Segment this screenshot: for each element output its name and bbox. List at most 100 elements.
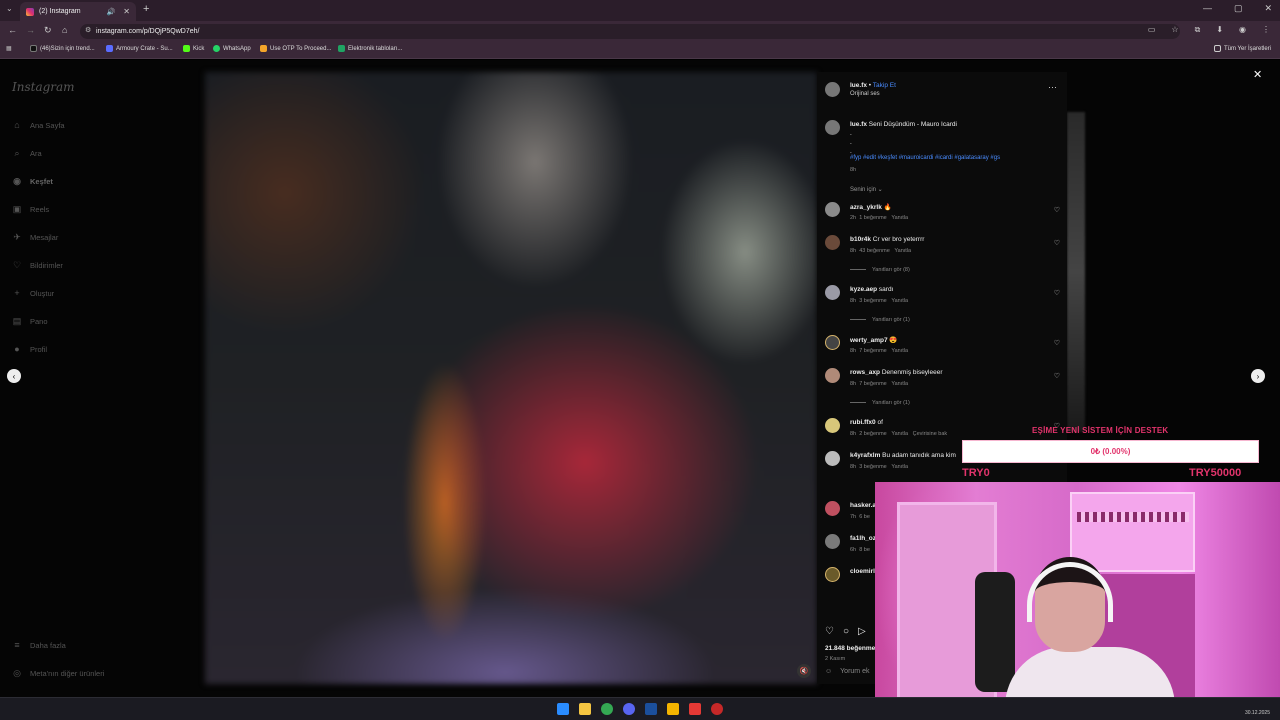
tab-search-icon[interactable]: ⌄ [6, 4, 13, 13]
obs-icon[interactable] [689, 703, 701, 715]
hashtags[interactable]: #fyp #edit #keşfet #mauroicardi #icardi … [850, 155, 1000, 161]
reply-button[interactable]: Yanıtla [891, 431, 908, 437]
comment-item: b10r4k Cr ver bro yeterrrr 8h 43 beğenme… [817, 235, 1067, 265]
forward-icon[interactable]: → [26, 25, 35, 35]
reply-button[interactable]: Yanıtla [891, 464, 908, 470]
sidebar-item-create[interactable]: + Oluştur [12, 286, 54, 300]
emoji-icon[interactable]: ☺ [825, 668, 832, 675]
comment-avatar[interactable] [825, 235, 840, 250]
reel-video[interactable] [205, 72, 817, 684]
reply-button[interactable]: Yanıtla [891, 298, 908, 304]
sidebar-item-more[interactable]: ≡ Daha fazla [12, 638, 66, 652]
speaker-icon[interactable]: 🔊 [107, 8, 116, 16]
sidebar-item-dashboard[interactable]: ▤ Pano [12, 314, 48, 328]
sidebar-item-reels[interactable]: ▣ Reels [12, 202, 49, 216]
mute-icon[interactable]: 🔇 [797, 664, 811, 678]
follow-button[interactable]: Takip Et [873, 82, 896, 89]
site-info-icon[interactable]: ⚙ [85, 26, 91, 34]
sidebar-item-home[interactable]: ⌂ Ana Sayfa [12, 118, 64, 132]
sidebar-item-messages[interactable]: ✈ Mesajlar [12, 230, 58, 244]
downloads-icon[interactable]: ⬇ [1216, 25, 1223, 35]
heart-icon: ♡ [12, 259, 22, 270]
comment-avatar[interactable] [825, 534, 840, 549]
search-icon: ⌕ [14, 147, 20, 158]
bookmark-item[interactable]: Use OTP To Proceed... [260, 45, 331, 52]
chrome-icon[interactable] [601, 703, 613, 715]
extensions-icon[interactable]: ⧉ [1195, 25, 1201, 35]
prev-post-icon[interactable]: ‹ [7, 369, 21, 383]
comment-avatar[interactable] [825, 335, 840, 350]
kick-icon [183, 45, 190, 52]
reply-button[interactable]: Yanıtla [891, 381, 908, 387]
address-bar[interactable]: ⚙ instagram.com/p/DQjP5QwD7eh/ [80, 24, 1180, 39]
start-icon[interactable] [557, 703, 569, 715]
view-replies-button[interactable]: Yanıtları gör (8) [850, 267, 910, 273]
close-window-icon[interactable]: ✕ [1264, 3, 1272, 14]
comment-icon[interactable]: ○ [843, 626, 849, 637]
sidebar-item-profile[interactable]: ● Profil [12, 342, 47, 356]
like-comment-icon[interactable]: ♡ [1054, 289, 1060, 297]
like-comment-icon[interactable]: ♡ [1054, 372, 1060, 380]
sidebar-item-notifications[interactable]: ♡ Bildirimler [12, 258, 63, 272]
share-icon[interactable]: ▷ [858, 626, 866, 637]
app2-icon[interactable] [711, 703, 723, 715]
bookmark-star-icon[interactable]: ☆ [1171, 25, 1178, 35]
more-options-icon[interactable]: ⋯ [1048, 82, 1057, 93]
apps-icon[interactable]: ▦ [6, 45, 12, 52]
back-icon[interactable]: ← [8, 25, 17, 35]
like-comment-icon[interactable]: ♡ [1054, 239, 1060, 247]
close-post-icon[interactable]: ✕ [1253, 68, 1262, 81]
bookmark-item[interactable]: Armoury Crate - Su... [106, 45, 173, 52]
window-controls: — ▢ ✕ [1203, 3, 1272, 14]
comment-sort-dropdown[interactable]: Senin için ⌄ [850, 186, 883, 193]
comment-avatar[interactable] [825, 368, 840, 383]
comment-avatar[interactable] [825, 418, 840, 433]
minimize-icon[interactable]: — [1203, 3, 1212, 14]
cast-icon[interactable]: ▭ [1148, 25, 1156, 35]
comment-avatar[interactable] [825, 501, 840, 516]
comment-avatar[interactable] [825, 567, 840, 582]
audio-label[interactable]: Orijinal ses [850, 91, 880, 97]
dashboard-icon: ▤ [12, 315, 22, 326]
reply-button[interactable]: Yanıtla [891, 215, 908, 221]
close-tab-icon[interactable]: ✕ [123, 7, 130, 16]
menu-icon[interactable]: ⋮ [1262, 25, 1270, 35]
view-replies-button[interactable]: Yanıtları gör (1) [850, 317, 910, 323]
comment-avatar[interactable] [825, 451, 840, 466]
like-icon[interactable]: ♡ [825, 626, 834, 637]
bookmark-item[interactable]: WhatsApp [213, 45, 251, 52]
bookmark-item[interactable]: (46)Sizin için trend... [30, 45, 95, 52]
new-tab-button[interactable]: + [143, 3, 149, 15]
home-icon[interactable]: ⌂ [62, 25, 67, 35]
next-post-icon[interactable]: › [1251, 369, 1265, 383]
reply-button[interactable]: Yanıtla [894, 248, 911, 254]
bookmark-item[interactable]: Kick [183, 45, 204, 52]
file-explorer-icon[interactable] [579, 703, 591, 715]
like-comment-icon[interactable]: ♡ [1054, 206, 1060, 214]
steam-icon[interactable] [645, 703, 657, 715]
author-avatar[interactable] [825, 82, 840, 97]
like-count[interactable]: 21.848 beğenme [825, 645, 875, 652]
see-translation-button[interactable]: Çevirisine bak [913, 431, 948, 437]
maximize-icon[interactable]: ▢ [1234, 3, 1243, 14]
browser-tab[interactable]: (2) Instagram 🔊 ✕ [20, 2, 136, 21]
like-comment-icon[interactable]: ♡ [1054, 339, 1060, 347]
taskbar-clock: 30.12.2025 [1244, 710, 1270, 716]
sidebar-item-explore[interactable]: ◉ Keşfet [12, 174, 53, 188]
profile-icon[interactable]: ◉ [1239, 25, 1246, 35]
reply-button[interactable]: Yanıtla [891, 348, 908, 354]
reload-icon[interactable]: ↻ [44, 25, 52, 36]
all-bookmarks[interactable]: Tüm Yer İşaretleri [1214, 45, 1271, 52]
caption-avatar[interactable] [825, 120, 840, 135]
app-icon[interactable] [667, 703, 679, 715]
instagram-logo[interactable]: Instagram [12, 80, 75, 94]
sidebar-item-search[interactable]: ⌕ Ara [12, 146, 41, 160]
comment-input[interactable]: ☺ Yorum ek [825, 668, 869, 675]
author-username[interactable]: lue.fx [850, 82, 867, 89]
bookmark-item[interactable]: Elektronik tabloları... [338, 45, 402, 52]
discord-icon[interactable] [623, 703, 635, 715]
comment-avatar[interactable] [825, 202, 840, 217]
view-replies-button[interactable]: Yanıtları gör (1) [850, 400, 910, 406]
comment-avatar[interactable] [825, 285, 840, 300]
sidebar-item-meta[interactable]: ◎ Meta'nın diğer ürünleri [12, 666, 104, 680]
